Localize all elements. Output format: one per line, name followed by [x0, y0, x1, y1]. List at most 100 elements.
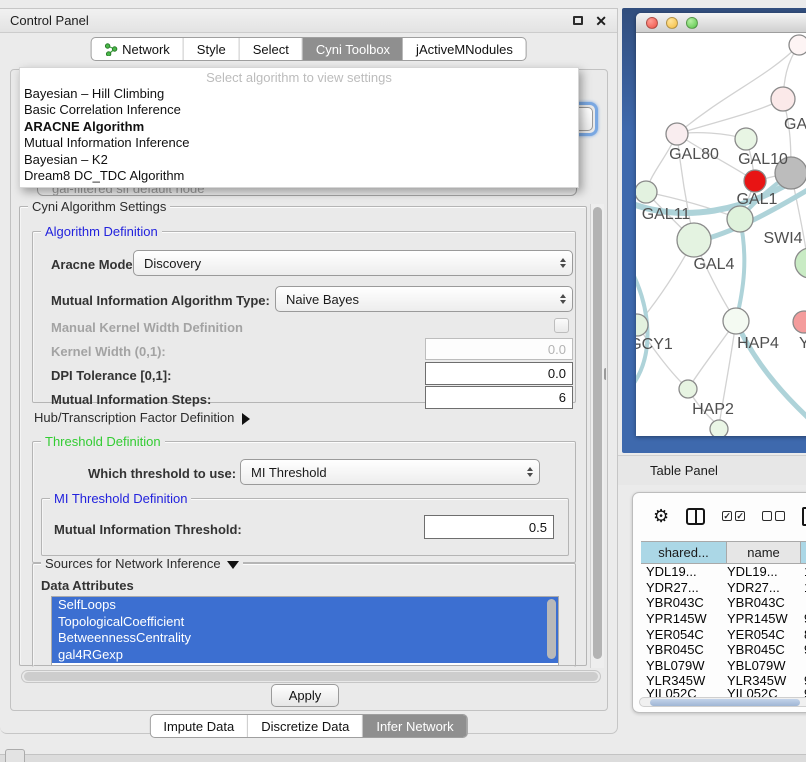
algorithm-option[interactable]: Bayesian – Hill Climbing	[20, 86, 578, 102]
algorithm-option[interactable]: Bayesian – K2	[20, 152, 578, 168]
close-traffic-light-icon[interactable]	[646, 17, 658, 29]
gear-icon[interactable]: ⚙	[653, 507, 669, 525]
node-salmon-partial[interactable]	[793, 311, 806, 333]
data-attributes-list[interactable]: SelfLoops TopologicalCoefficient Between…	[51, 596, 559, 666]
table-row[interactable]: YDR27... YDR27... 12	[641, 580, 806, 596]
dpi-tolerance-field[interactable]: 0.0	[425, 362, 573, 385]
mi-threshold-definition-group: MI Threshold Definition Mutual Informati…	[41, 498, 569, 556]
table-row[interactable]: YDL19... YDL19... 13	[641, 564, 806, 580]
which-threshold-combobox[interactable]: MI Threshold	[240, 459, 540, 485]
settings-scrollbar-track[interactable]	[590, 204, 604, 668]
mi-steps-value: 6	[559, 390, 566, 405]
tab-infer-network[interactable]: Infer Network	[363, 715, 466, 737]
tab-discretize-data[interactable]: Discretize Data	[248, 715, 363, 737]
cell: YDR27...	[727, 580, 801, 595]
data-attributes-label: Data Attributes	[41, 578, 134, 593]
algorithm-option[interactable]: Dream8 DC_TDC Algorithm	[20, 168, 578, 184]
column-header-shared-name[interactable]: shared...	[641, 542, 727, 563]
table-hscrollbar-thumb[interactable]	[650, 699, 800, 706]
tab-select[interactable]: Select	[240, 38, 303, 60]
node-label: HAP2	[692, 401, 734, 418]
control-panel-title: Control Panel	[10, 13, 89, 28]
node-label: Y	[799, 335, 806, 352]
node-hap2[interactable]	[679, 380, 697, 398]
tab-style[interactable]: Style	[184, 38, 240, 60]
network-icon	[104, 43, 117, 56]
node-gal4[interactable]	[677, 223, 711, 257]
zoom-traffic-light-icon[interactable]	[686, 17, 698, 29]
table-row[interactable]: YBL079W YBL079W	[641, 658, 806, 674]
control-panel-tabbar: Network Style Select Cyni Toolbox jActiv…	[90, 37, 527, 61]
attribute-item-selected[interactable]: SelfLoops	[52, 597, 558, 614]
float-window-icon[interactable]	[573, 16, 583, 25]
kernel-width-field[interactable]: 0.0	[425, 338, 573, 360]
settings-scrollbar-thumb[interactable]	[593, 207, 602, 659]
tab-network[interactable]: Network	[91, 38, 184, 60]
column-header-partial[interactable]	[801, 542, 806, 563]
attribute-item-selected[interactable]: gal4RGexp	[52, 647, 558, 664]
mi-threshold-definition-title: MI Threshold Definition	[50, 491, 191, 506]
table-row[interactable]: YLR345W YLR345W 9.	[641, 673, 806, 689]
algorithm-option-selected[interactable]: ARACNE Algorithm	[20, 119, 578, 135]
node-gal11[interactable]	[636, 181, 657, 203]
network-canvas[interactable]: GAL GAL80 GAL10 GAL1 GAL11 SWI4 GAL4 GCY…	[636, 33, 806, 436]
deselect-all-icon[interactable]	[762, 511, 785, 521]
panel-splitter-handle[interactable]	[604, 368, 610, 380]
split-columns-icon[interactable]	[686, 508, 705, 525]
tab-impute-data[interactable]: Impute Data	[150, 715, 248, 737]
table-row[interactable]: YER054C YER054C 8.	[641, 626, 806, 642]
table-row[interactable]: YBR043C YBR043C	[641, 595, 806, 611]
apply-button[interactable]: Apply	[271, 684, 339, 707]
table-row[interactable]: YPR145W YPR145W 9.	[641, 611, 806, 627]
node-hap4[interactable]	[723, 308, 749, 334]
node-label: GAL	[784, 116, 806, 133]
algorithm-definition-title: Algorithm Definition	[41, 224, 162, 239]
mi-steps-field[interactable]: 6	[425, 386, 573, 409]
node-unlabeled[interactable]	[789, 35, 806, 55]
table-panel-title: Table Panel	[650, 463, 718, 478]
cell: 9.	[801, 673, 806, 688]
node-bottom-partial[interactable]	[710, 420, 728, 436]
tab-jactivemnodules[interactable]: jActiveMNodules	[403, 38, 526, 60]
node-gal10[interactable]	[735, 128, 757, 150]
node-gal80[interactable]	[666, 123, 688, 145]
node-gal1-red[interactable]	[744, 170, 766, 192]
tab-style-label: Style	[197, 42, 226, 57]
attribute-item-selected[interactable]: BetweennessCentrality	[52, 630, 558, 647]
algorithm-option[interactable]: Basic Correlation Inference	[20, 102, 578, 118]
mi-threshold-field[interactable]: 0.5	[424, 515, 554, 539]
dpi-tolerance-value: 0.0	[548, 366, 566, 381]
select-all-icon[interactable]: ✓✓	[722, 511, 745, 521]
settings-hscrollbar-track[interactable]	[21, 670, 601, 683]
node-green-partial[interactable]	[795, 248, 806, 278]
node-swi4[interactable]	[727, 206, 753, 232]
algorithm-option[interactable]: Mutual Information Inference	[20, 135, 578, 151]
network-view-window: GAL GAL80 GAL10 GAL1 GAL11 SWI4 GAL4 GCY…	[636, 13, 806, 436]
network-view-frame: GAL GAL80 GAL10 GAL1 GAL11 SWI4 GAL4 GCY…	[622, 8, 806, 453]
node-gal-partial[interactable]	[771, 87, 795, 111]
mi-algorithm-type-combobox[interactable]: Naive Bayes	[275, 286, 573, 312]
aracne-mode-combobox[interactable]: Discovery	[133, 250, 573, 276]
cell: YER054C	[727, 627, 801, 642]
expander-expanded-icon	[227, 561, 239, 569]
minimize-traffic-light-icon[interactable]	[666, 17, 678, 29]
list-scrollbar[interactable]	[547, 599, 556, 659]
manual-kernel-width-checkbox[interactable]	[554, 318, 569, 333]
hub-tf-definition-expander[interactable]: Hub/Transcription Factor Definition	[34, 410, 250, 425]
tab-network-label: Network	[122, 42, 170, 57]
column-header-name[interactable]: name	[727, 542, 801, 563]
settings-hscrollbar-thumb[interactable]	[24, 672, 598, 681]
tab-cyni-toolbox[interactable]: Cyni Toolbox	[303, 38, 403, 60]
table-header-row: shared... name	[641, 541, 806, 564]
combo-stepper-icon	[560, 251, 566, 275]
document-icon[interactable]	[802, 507, 806, 526]
table-row[interactable]: YBR045C YBR045C 9.	[641, 642, 806, 658]
mi-algorithm-type-value: Naive Bayes	[286, 292, 359, 307]
collapsed-panel-button[interactable]	[5, 749, 25, 762]
sources-title[interactable]: Sources for Network Inference	[41, 556, 243, 571]
bottom-strip	[0, 754, 806, 762]
close-icon[interactable]: ✕	[595, 14, 607, 28]
table-hscrollbar-track[interactable]	[639, 697, 806, 707]
cell: YPR145W	[727, 611, 801, 626]
attribute-item-selected[interactable]: TopologicalCoefficient	[52, 614, 558, 631]
